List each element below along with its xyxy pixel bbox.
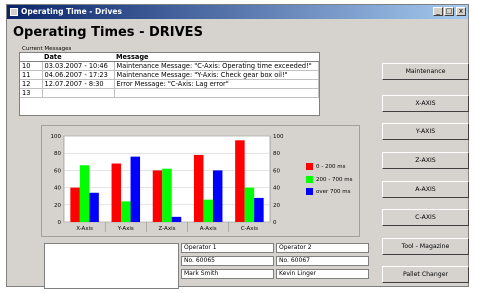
legend-swatch-blue xyxy=(306,188,313,195)
app-icon xyxy=(10,8,18,16)
a-axis-button[interactable]: A-AXIS xyxy=(382,181,469,198)
row-number: 12 xyxy=(20,79,43,89)
row-message: Error Message: "C-Axis: Lag error" xyxy=(114,79,319,89)
bar xyxy=(79,165,90,222)
operator-1-name: Mark Smith xyxy=(181,269,274,279)
window-title: Operating Time - Drives xyxy=(21,7,122,16)
y-tick-label-left: 80 xyxy=(54,151,61,157)
x-axis-button[interactable]: X-AXIS xyxy=(382,95,469,112)
y-tick-label-right: 40 xyxy=(273,186,280,192)
legend-item-over-700: over 700 ms xyxy=(306,188,350,195)
column-header-message: Message xyxy=(114,53,319,62)
bar xyxy=(130,156,141,222)
bar xyxy=(203,199,213,222)
operator-1-label: Operator 1 xyxy=(181,243,274,253)
table-row[interactable]: 11 04.06.2007 - 17:23 Maintenance Messag… xyxy=(20,70,319,80)
tool-magazine-button[interactable]: Tool - Magazine xyxy=(382,238,469,255)
row-date xyxy=(42,88,115,98)
operator-2-number: No. 60067 xyxy=(276,256,369,266)
y-tick-label-left: 100 xyxy=(51,134,62,140)
y-tick-label-right: 80 xyxy=(273,151,280,157)
y-tick-label-left: 0 xyxy=(58,220,62,226)
bar xyxy=(193,154,204,222)
row-number: 13 xyxy=(20,88,43,98)
row-message: Maintenance Message: "C-Axis: Operating … xyxy=(114,61,319,71)
legend-label: 0 - 200 ms xyxy=(316,164,346,170)
x-tick-label: A-Axis xyxy=(200,226,217,232)
main-window: Operating Time - Drives _ □ x Operating … xyxy=(6,4,469,289)
close-button[interactable]: x xyxy=(456,7,466,16)
legend-item-200-700: 200 - 700 ms xyxy=(306,176,352,183)
x-tick-label: Z-Axis xyxy=(159,226,176,232)
row-number: 10 xyxy=(20,61,43,71)
x-tick-label: C-Axis xyxy=(241,226,258,232)
bar xyxy=(121,201,131,222)
row-number: 11 xyxy=(20,70,43,80)
y-tick-label-right: 60 xyxy=(273,168,280,174)
bar xyxy=(89,192,99,222)
y-tick-label-left: 40 xyxy=(54,186,61,192)
operator-2-name: Kevin Linger xyxy=(276,269,369,279)
y-tick-label-right: 20 xyxy=(273,203,280,209)
operator-1-number: No. 60065 xyxy=(181,256,274,266)
bar xyxy=(70,187,80,222)
row-date: 03.03.2007 - 10:46 xyxy=(42,61,115,71)
operating-time-chart: 0 0 20 20 40 40 60 60 80 80 100 100 X-Axis Y-Axis Z-Ax… xyxy=(41,125,360,237)
maintenance-button[interactable]: Maintenance xyxy=(382,63,469,80)
bar xyxy=(152,170,163,222)
z-axis-button[interactable]: Z-AXIS xyxy=(382,152,469,169)
maximize-button[interactable]: □ xyxy=(444,7,454,16)
row-message xyxy=(114,88,319,98)
y-tick-label-right: 0 xyxy=(273,220,277,226)
minimize-button[interactable]: _ xyxy=(433,7,443,16)
legend-swatch-red xyxy=(306,163,313,170)
messages-table[interactable]: Date Message 10 03.03.2007 - 10:46 Maint… xyxy=(19,52,320,116)
y-axis-button[interactable]: Y-AXIS xyxy=(382,123,469,140)
y-tick-label-left: 60 xyxy=(54,168,61,174)
column-header-date: Date xyxy=(42,53,114,62)
bar xyxy=(111,163,122,222)
table-header-row: Date Message xyxy=(20,53,319,62)
bar xyxy=(171,216,182,222)
title-bar[interactable]: Operating Time - Drives _ □ x xyxy=(7,5,468,19)
operator-2-label: Operator 2 xyxy=(276,243,369,253)
bar xyxy=(254,197,264,222)
row-date: 04.06.2007 - 17:23 xyxy=(42,70,115,80)
bar xyxy=(235,140,245,222)
table-row[interactable]: 10 03.03.2007 - 10:46 Maintenance Messag… xyxy=(20,61,319,71)
column-header-number xyxy=(20,53,42,62)
legend-item-0-200: 0 - 200 ms xyxy=(306,163,345,170)
legend-label: 200 - 700 ms xyxy=(316,177,353,183)
y-tick-label-right: 100 xyxy=(273,134,284,140)
bar xyxy=(244,187,255,222)
x-tick-label: Y-Axis xyxy=(117,226,134,232)
bar xyxy=(212,170,223,222)
table-row[interactable]: 12 12.07.2007 - 8:30 Error Message: "C-A… xyxy=(20,79,319,89)
table-row[interactable]: 13 xyxy=(20,88,319,98)
y-tick-label-left: 20 xyxy=(54,203,61,209)
legend-label: over 700 ms xyxy=(316,189,351,195)
page-title: Operating Times - DRIVES xyxy=(13,25,203,40)
c-axis-button[interactable]: C-AXIS xyxy=(382,209,469,226)
notes-panel xyxy=(44,243,179,289)
row-date: 12.07.2007 - 8:30 xyxy=(42,79,115,89)
legend-swatch-green xyxy=(306,176,313,183)
bar xyxy=(162,168,172,222)
pallet-changer-button[interactable]: Pallet Changer xyxy=(382,266,469,283)
x-tick-label: X-Axis xyxy=(76,226,93,232)
row-message: Maintenance Message: "Y-Axis: Check gear… xyxy=(114,70,319,80)
